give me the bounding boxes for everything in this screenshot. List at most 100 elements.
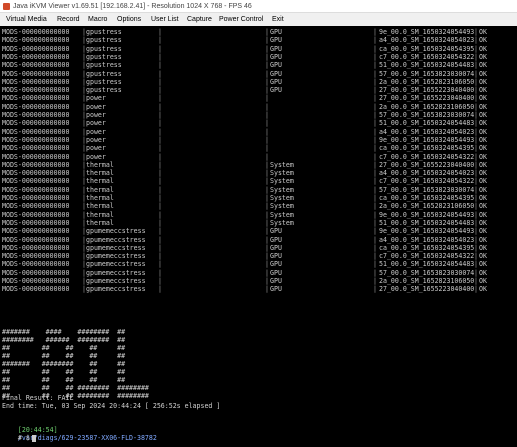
- column-separator: |: [474, 177, 478, 186]
- column-separator: |: [265, 177, 269, 186]
- row-status: OK: [479, 260, 487, 269]
- final-result-text: Final Result: FAIL: [2, 394, 74, 402]
- column-separator: |: [158, 185, 162, 194]
- row-component: System: [270, 210, 294, 219]
- menu-macro[interactable]: Macro: [88, 13, 107, 26]
- row-status: OK: [479, 194, 487, 202]
- column-separator: |: [373, 169, 377, 178]
- table-row: | | | | | MODS-000000000000 gpumemeccstress GPU…: [0, 252, 517, 260]
- row-id: MODS-000000000000: [2, 36, 70, 45]
- column-separator: |: [265, 52, 269, 61]
- menu-exit[interactable]: Exit: [272, 13, 284, 26]
- menu-record[interactable]: Record: [57, 13, 80, 26]
- column-separator: |: [474, 169, 478, 178]
- row-status: OK: [479, 243, 487, 252]
- menu-user-list[interactable]: User List: [151, 13, 179, 26]
- column-separator: |: [265, 102, 269, 111]
- column-separator: |: [373, 177, 377, 186]
- menu-capture[interactable]: Capture: [187, 13, 212, 26]
- row-location: c7_00.0_SM_1650324054322: [379, 52, 475, 61]
- column-separator: |: [158, 152, 162, 161]
- row-component: GPU: [270, 69, 282, 78]
- column-separator: |: [265, 152, 269, 161]
- column-separator: |: [158, 177, 162, 186]
- row-status: OK: [479, 169, 487, 178]
- row-component: GPU: [270, 227, 282, 236]
- table-row: | | | | | MODS-000000000000 gpumemeccstress GPU…: [0, 260, 517, 268]
- column-separator: |: [474, 94, 478, 103]
- row-status: OK: [479, 111, 487, 119]
- row-status: OK: [479, 160, 487, 169]
- row-test-name: thermal: [86, 177, 114, 186]
- row-id: MODS-000000000000: [2, 86, 70, 95]
- row-id: MODS-000000000000: [2, 227, 70, 236]
- row-id: MODS-000000000000: [2, 202, 70, 211]
- row-component: GPU: [270, 268, 282, 277]
- column-separator: |: [158, 160, 162, 169]
- row-id: MODS-000000000000: [2, 144, 70, 153]
- prompt-input-line[interactable]: # $: [2, 426, 36, 447]
- column-separator: |: [373, 44, 377, 53]
- row-status: OK: [479, 268, 487, 277]
- column-separator: |: [474, 52, 478, 61]
- column-separator: |: [158, 144, 162, 153]
- row-id: MODS-000000000000: [2, 94, 70, 103]
- row-test-name: gpustress: [86, 61, 122, 70]
- column-separator: |: [474, 102, 478, 111]
- table-row: | | | | | MODS-000000000000 power 2a_00.0_SM_16…: [0, 103, 517, 111]
- row-status: OK: [479, 135, 487, 144]
- kvm-console-screen[interactable]: | | | | | MODS-000000000000 gpustress GPU 9e_00.…: [0, 26, 517, 447]
- column-separator: |: [373, 227, 377, 236]
- row-status: OK: [479, 102, 487, 111]
- row-test-name: gpumemeccstress: [86, 235, 146, 244]
- end-time-text: End time: Tue, 03 Sep 2024 20:44:24 [ 25…: [2, 402, 221, 410]
- table-row: | | | | | MODS-000000000000 power 51_00.0_SM_16…: [0, 119, 517, 127]
- column-separator: |: [158, 119, 162, 128]
- column-separator: |: [373, 36, 377, 45]
- column-separator: |: [265, 260, 269, 269]
- row-id: MODS-000000000000: [2, 127, 70, 136]
- column-separator: |: [158, 102, 162, 111]
- row-id: MODS-000000000000: [2, 44, 70, 53]
- table-row: | | | | | MODS-000000000000 gpustress GPU 9e_00.…: [0, 28, 517, 36]
- column-separator: |: [474, 61, 478, 70]
- row-location: 9e_00.0_SM_1650324054493: [379, 210, 475, 219]
- column-separator: |: [265, 218, 269, 227]
- column-separator: |: [373, 52, 377, 61]
- row-location: 51_00.0_SM_1650324054483: [379, 119, 475, 128]
- column-separator: |: [474, 135, 478, 144]
- column-separator: |: [474, 285, 478, 294]
- menu-power-control[interactable]: Power Control: [219, 13, 263, 26]
- row-status: OK: [479, 52, 487, 61]
- column-separator: |: [474, 252, 478, 261]
- column-separator: |: [474, 235, 478, 244]
- row-component: GPU: [270, 243, 282, 252]
- menu-options[interactable]: Options: [117, 13, 141, 26]
- column-separator: |: [474, 28, 478, 36]
- row-test-name: thermal: [86, 202, 114, 211]
- column-separator: |: [158, 61, 162, 70]
- row-status: OK: [479, 218, 487, 227]
- column-separator: |: [474, 268, 478, 277]
- column-separator: |: [373, 235, 377, 244]
- column-separator: |: [474, 86, 478, 95]
- table-row: | | | | | MODS-000000000000 gpumemeccstress GPU…: [0, 269, 517, 277]
- column-separator: |: [474, 277, 478, 285]
- column-separator: |: [158, 194, 162, 202]
- row-id: MODS-000000000000: [2, 185, 70, 194]
- column-separator: |: [474, 160, 478, 169]
- column-separator: |: [265, 277, 269, 285]
- row-id: MODS-000000000000: [2, 218, 70, 227]
- row-status: OK: [479, 235, 487, 244]
- table-row: | | | | | MODS-000000000000 gpustress GPU 57_00.…: [0, 70, 517, 78]
- column-separator: |: [474, 243, 478, 252]
- row-test-name: gpumemeccstress: [86, 252, 146, 261]
- menu-bar: Virtual Media Record Macro Options User …: [0, 13, 517, 26]
- row-id: MODS-000000000000: [2, 28, 70, 36]
- row-id: MODS-000000000000: [2, 119, 70, 128]
- row-status: OK: [479, 277, 487, 285]
- row-test-name: gpustress: [86, 28, 122, 36]
- column-separator: |: [265, 94, 269, 103]
- row-test-name: gpustress: [86, 86, 122, 95]
- menu-virtual-media[interactable]: Virtual Media: [6, 13, 47, 26]
